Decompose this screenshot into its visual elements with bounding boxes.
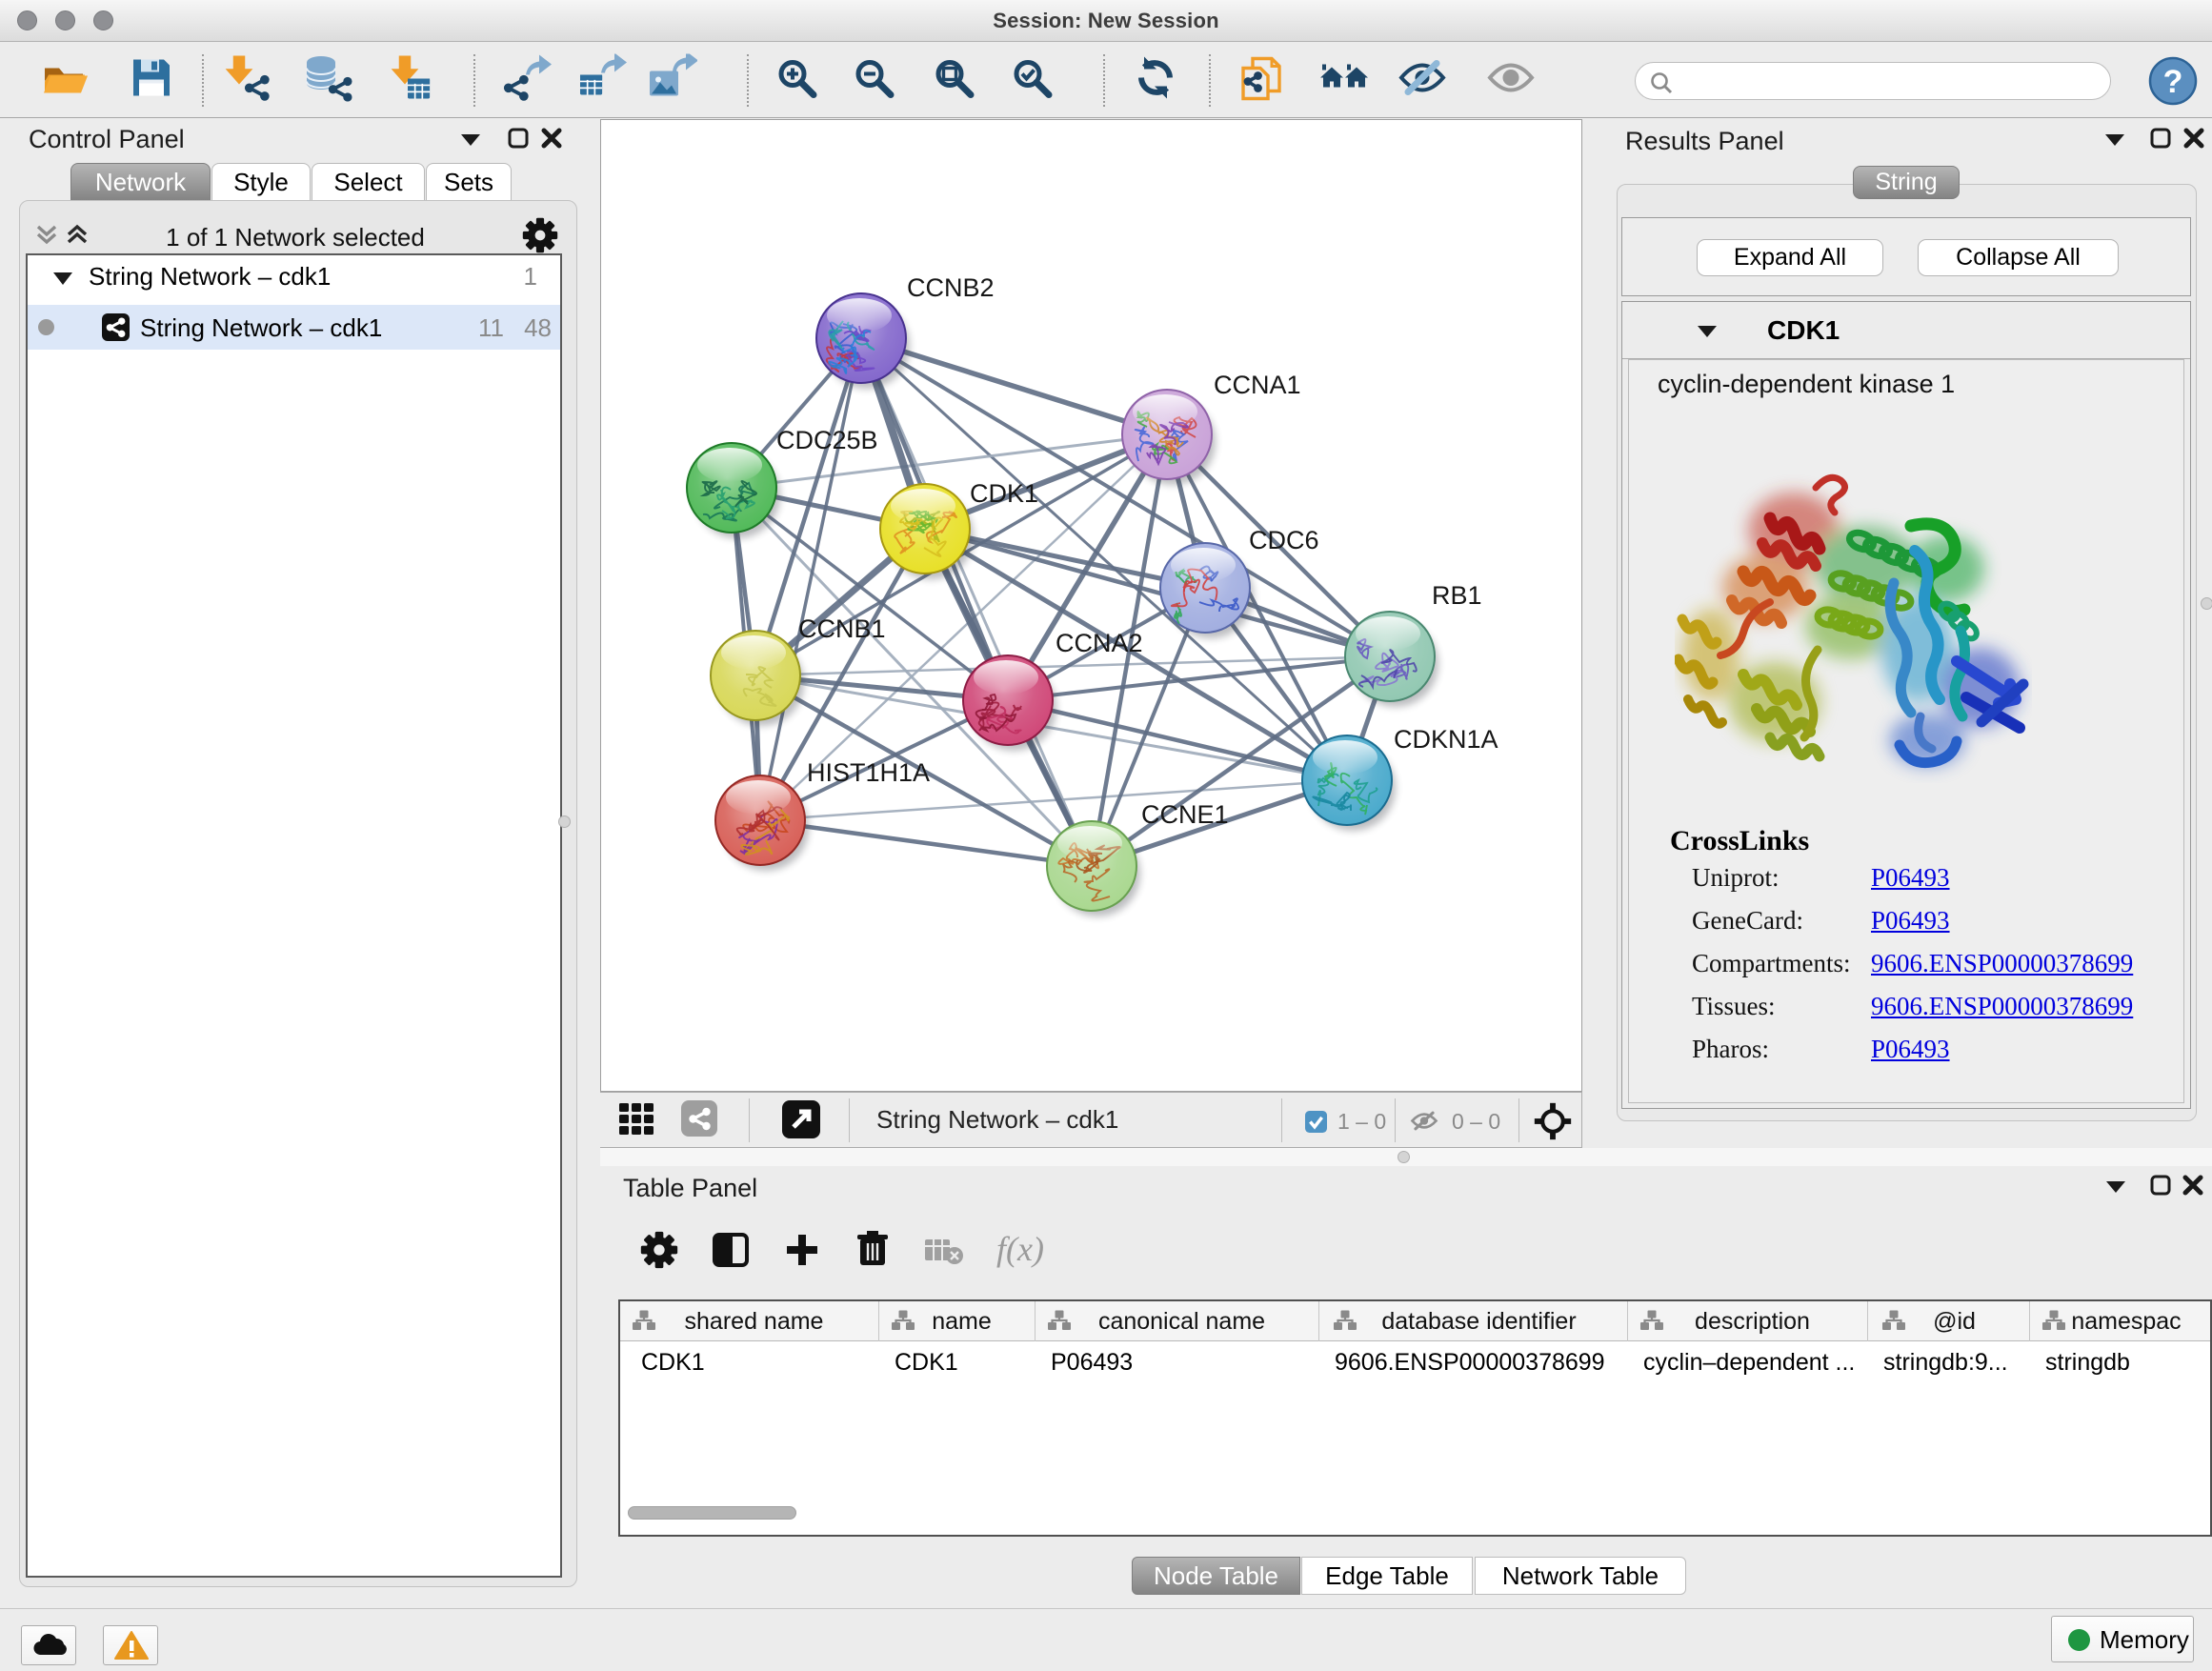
- svg-text:?: ?: [2163, 64, 2183, 100]
- svg-text:CDC25B: CDC25B: [776, 426, 878, 454]
- svg-text:RB1: RB1: [1432, 581, 1482, 610]
- svg-text:CDK1: CDK1: [970, 479, 1038, 508]
- svg-text:CDC6: CDC6: [1249, 526, 1319, 554]
- svg-text:CCNB1: CCNB1: [798, 614, 886, 643]
- svg-text:CCNB2: CCNB2: [907, 273, 995, 302]
- svg-text:CDKN1A: CDKN1A: [1394, 725, 1498, 754]
- svg-text:CCNE1: CCNE1: [1141, 800, 1229, 829]
- svg-text:CCNA2: CCNA2: [1056, 629, 1143, 657]
- svg-text:CCNA1: CCNA1: [1214, 371, 1301, 399]
- svg-text:HIST1H1A: HIST1H1A: [807, 758, 930, 787]
